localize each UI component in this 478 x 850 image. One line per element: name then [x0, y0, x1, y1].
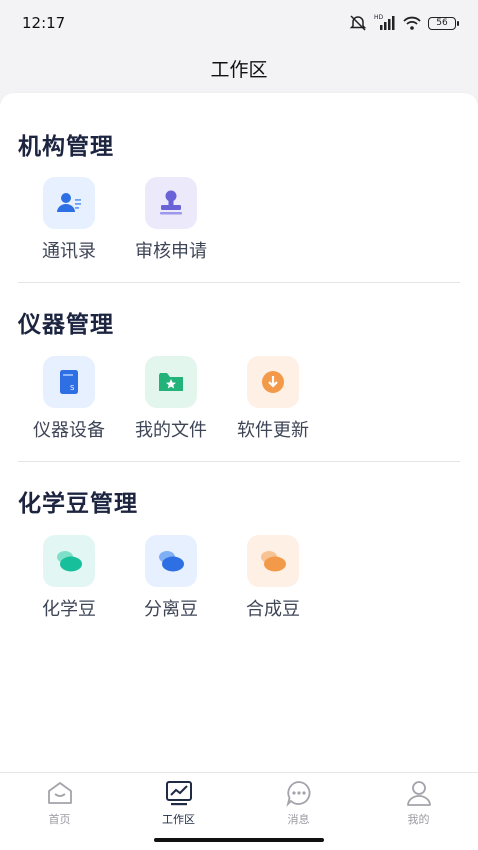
tab-label-messages: 消息	[287, 813, 310, 826]
tile-label-my-files: 我的文件	[135, 420, 207, 441]
signal-icon: HD	[374, 14, 396, 30]
bean-orange-icon	[247, 535, 299, 587]
tab-messages[interactable]: 消息	[239, 779, 358, 835]
tile-software-update[interactable]: 软件更新	[222, 356, 324, 456]
tile-contacts[interactable]: 通讯录	[18, 177, 120, 277]
tile-label-synthesis-bean: 合成豆	[246, 599, 300, 620]
tile-approval[interactable]: 审核申请	[120, 177, 222, 277]
workspace-panel: 机构管理 通讯录 审核申请 仪器管理 S 仪器设备 我的文件 软件更新 化学豆管…	[0, 93, 478, 773]
download-icon	[247, 356, 299, 408]
approval-stamp-icon	[145, 177, 197, 229]
section-divider	[18, 461, 460, 462]
section-chem-beans: 化学豆管理 化学豆 分离豆 合成豆	[18, 484, 460, 644]
section-title-chem-beans: 化学豆管理	[18, 491, 138, 517]
section-title-instruments: 仪器管理	[18, 312, 114, 338]
section-organization: 机构管理 通讯录 审核申请	[18, 127, 460, 277]
home-icon	[48, 782, 72, 804]
tab-profile[interactable]: 我的	[359, 779, 478, 835]
tile-label-approval: 审核申请	[135, 241, 207, 262]
folder-star-icon	[145, 356, 197, 408]
tile-label-software-update: 软件更新	[237, 420, 309, 441]
bean-teal-icon	[43, 535, 95, 587]
home-indicator[interactable]	[154, 838, 324, 842]
instrument-book-icon: S	[43, 356, 95, 408]
tile-my-files[interactable]: 我的文件	[120, 356, 222, 456]
tab-label-home: 首页	[48, 813, 71, 826]
tile-label-separation-bean: 分离豆	[144, 599, 198, 620]
tab-home[interactable]: 首页	[0, 779, 119, 835]
tab-workspace[interactable]: 工作区	[119, 779, 238, 835]
tile-synthesis-bean[interactable]: 合成豆	[222, 535, 324, 635]
section-instruments: 仪器管理 S 仪器设备 我的文件 软件更新	[18, 305, 460, 465]
tile-separation-bean[interactable]: 分离豆	[120, 535, 222, 635]
profile-icon	[407, 781, 431, 806]
section-title-organization: 机构管理	[18, 134, 114, 160]
workspace-chart-icon	[166, 781, 192, 806]
tab-label-workspace: 工作区	[162, 813, 195, 826]
tile-label-instruments: 仪器设备	[33, 420, 105, 441]
tile-label-contacts: 通讯录	[42, 241, 96, 262]
wifi-icon	[403, 16, 421, 30]
tab-label-profile: 我的	[407, 813, 430, 826]
message-icon	[286, 781, 311, 807]
battery-icon: 56	[428, 16, 459, 30]
tile-instruments[interactable]: S 仪器设备	[18, 356, 120, 456]
status-bar: 12:17 HD 56	[0, 0, 478, 46]
mute-bell-icon	[349, 15, 367, 31]
tile-chem-bean[interactable]: 化学豆	[18, 535, 120, 635]
status-icons: HD 56	[349, 14, 459, 31]
status-time: 12:17	[22, 14, 66, 32]
svg-text:S: S	[70, 384, 75, 392]
contacts-icon	[43, 177, 95, 229]
section-divider	[18, 282, 460, 283]
tile-label-chem-bean: 化学豆	[42, 599, 96, 620]
bean-blue-icon	[145, 535, 197, 587]
page-title: 工作区	[210, 58, 268, 81]
